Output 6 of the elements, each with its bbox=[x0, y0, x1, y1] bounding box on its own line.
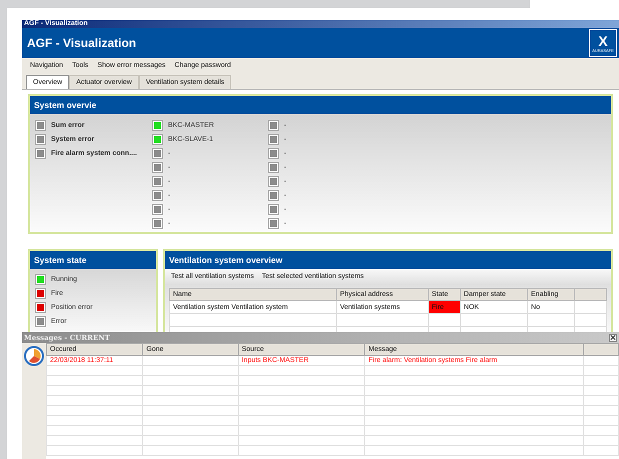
panel-title: Ventilation system overview bbox=[165, 251, 611, 269]
app-title: AGF - Visualization bbox=[27, 36, 136, 50]
clock-icon bbox=[24, 346, 44, 366]
panel-title: System overvie bbox=[30, 96, 611, 114]
panel-title: System state bbox=[30, 251, 156, 269]
close-icon[interactable] bbox=[609, 334, 617, 342]
